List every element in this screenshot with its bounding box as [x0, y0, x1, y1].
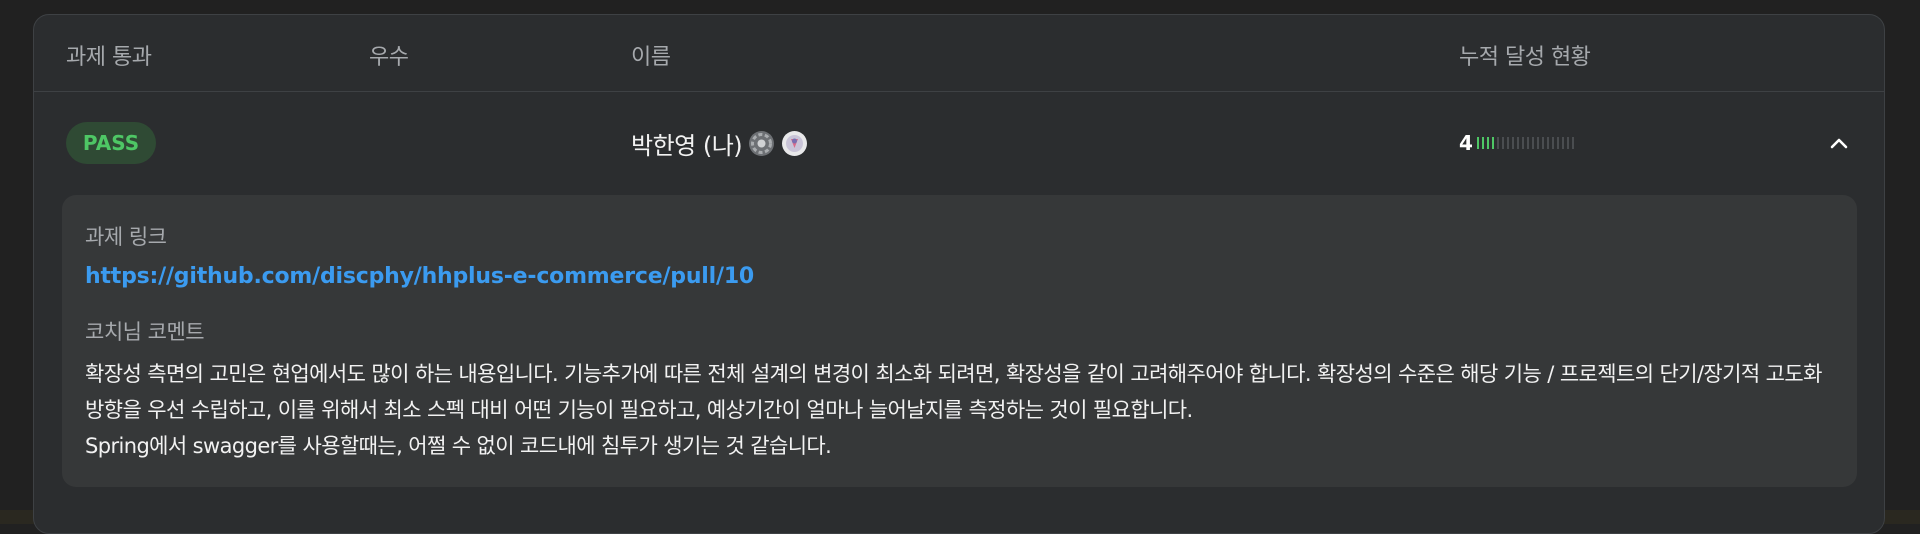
progress-tick: [1511, 137, 1514, 149]
user-name-cell: 박한영 (나): [631, 126, 808, 160]
table-row[interactable]: PASS 박한영 (나) 4: [34, 92, 1884, 192]
progress-tick: [1556, 137, 1559, 149]
progress-tick: [1496, 137, 1499, 149]
progress-tick: [1521, 137, 1524, 149]
progress-tick: [1561, 137, 1564, 149]
progress-tick: [1516, 137, 1519, 149]
detail-panel: 과제 링크 https://github.com/discphy/hhplus-…: [62, 195, 1857, 487]
progress-tick: [1571, 137, 1574, 149]
progress-ticks: [1476, 136, 1577, 150]
gear-badge-icon: [748, 130, 775, 157]
comment-paragraph-2: Spring에서 swagger를 사용할때는, 어쩔 수 없이 코드내에 침투…: [85, 434, 832, 458]
progress-tick: [1491, 137, 1494, 149]
assignment-link-label: 과제 링크: [85, 225, 167, 249]
progress-tick: [1501, 137, 1504, 149]
cumulative-progress: 4: [1459, 131, 1577, 155]
header-pass: 과제 통과: [66, 45, 152, 70]
assignment-link[interactable]: https://github.com/discphy/hhplus-e-comm…: [85, 264, 754, 289]
progress-tick: [1541, 137, 1544, 149]
comment-paragraph-1: 확장성 측면의 고민은 현업에서도 많이 하는 내용입니다. 기능추가에 따른 …: [85, 362, 1822, 422]
progress-tick: [1546, 137, 1549, 149]
progress-tick: [1526, 137, 1529, 149]
progress-tick: [1531, 137, 1534, 149]
progress-tick: [1566, 137, 1569, 149]
header-excellent: 우수: [369, 45, 409, 70]
user-name: 박한영 (나): [631, 131, 743, 160]
progress-tick: [1551, 137, 1554, 149]
progress-count: 4: [1459, 131, 1473, 155]
pass-badge: PASS: [66, 122, 156, 164]
coach-comment-label: 코치님 코멘트: [85, 320, 205, 344]
progress-tick: [1536, 137, 1539, 149]
progress-tick: [1506, 137, 1509, 149]
collapse-chevron-up-icon[interactable]: [1824, 128, 1854, 158]
table-header: 과제 통과 우수 이름 누적 달성 현황: [34, 15, 1884, 92]
progress-tick: [1481, 137, 1484, 149]
progress-tick: [1486, 137, 1489, 149]
header-name: 이름: [631, 45, 671, 70]
coach-comment: 확장성 측면의 고민은 현업에서도 많이 하는 내용입니다. 기능추가에 따른 …: [85, 356, 1845, 464]
submission-card: 과제 통과 우수 이름 누적 달성 현황 PASS 박한영 (나) 4 과제 링…: [33, 14, 1885, 534]
progress-tick: [1476, 137, 1479, 149]
medal-badge-icon: [781, 130, 808, 157]
header-progress: 누적 달성 현황: [1459, 45, 1591, 70]
